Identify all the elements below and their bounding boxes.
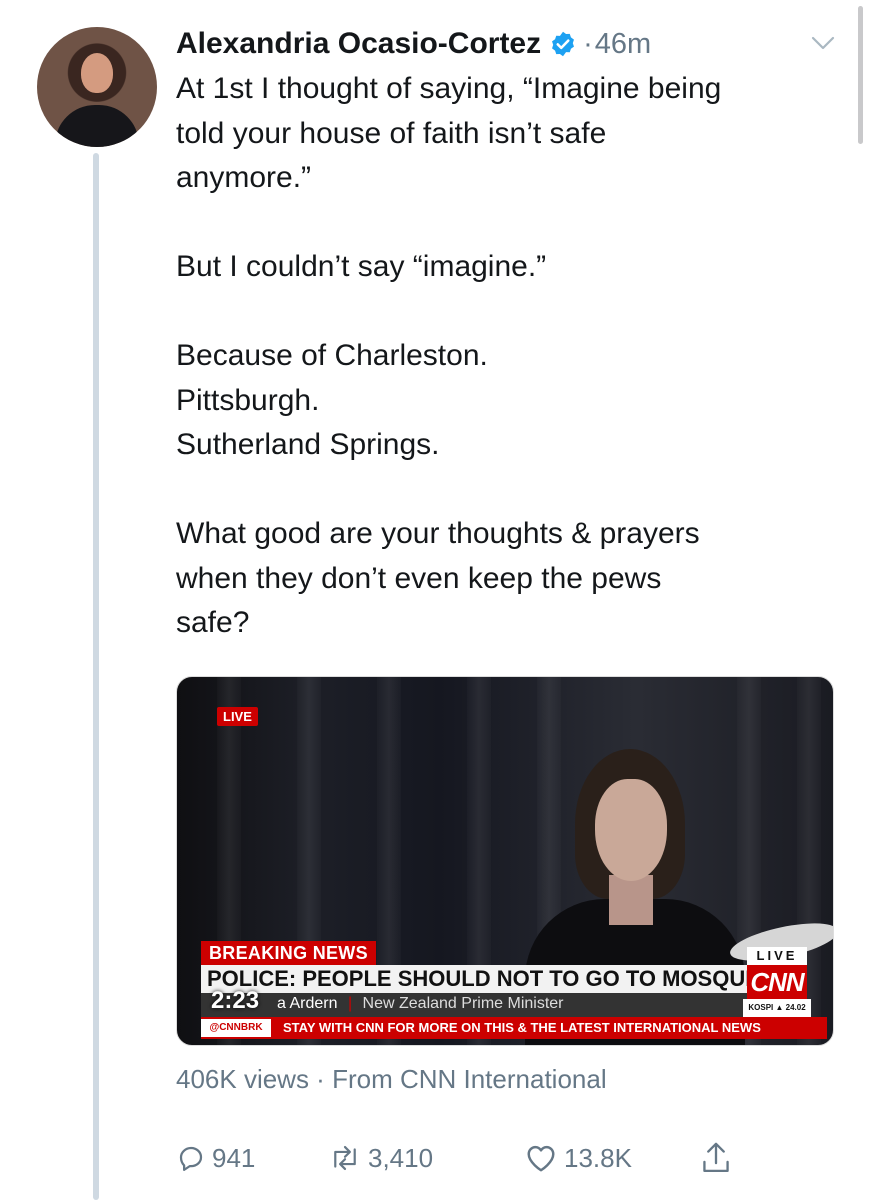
thread-line (93, 153, 99, 1200)
network-logo: CNN (747, 965, 807, 999)
video-duration: 2:23 (211, 987, 260, 1014)
tweet-line: Sutherland Springs. (176, 428, 440, 461)
tweet-line: Because of Charleston. (176, 339, 488, 372)
chevron-down-icon[interactable] (810, 34, 836, 52)
news-ticker: STAY WITH CNN FOR MORE ON THIS & THE LAT… (201, 1017, 827, 1039)
live-badge: LIVE (217, 707, 258, 726)
video-player[interactable]: LIVE BREAKING NEWS POLICE: PEOPLE SHOULD… (176, 676, 834, 1046)
share-button[interactable] (700, 1136, 738, 1180)
share-icon (703, 1142, 729, 1173)
lower-third: a Ardern | New Zealand Prime Minister (201, 993, 749, 1017)
reply-button[interactable]: 941 (176, 1136, 255, 1180)
tweet-line: told your house of faith isn’t safe (176, 116, 607, 150)
lower-third-divider: | (347, 995, 353, 1012)
tweet-header: Alexandria Ocasio-Cortez · 46m (176, 24, 651, 64)
verified-badge-icon (552, 31, 575, 57)
tweet-line: At 1st I thought of saying, “Imagine bei… (176, 72, 722, 105)
market-ticker: KOSPI ▲ 24.02 (743, 999, 811, 1017)
scrollbar[interactable] (858, 6, 863, 144)
view-count[interactable]: 406K views · From CNN International (176, 1064, 607, 1095)
header-separator: · (583, 27, 593, 60)
reply-icon (179, 1146, 203, 1171)
breaking-news-label: BREAKING NEWS (201, 941, 376, 965)
retweet-button[interactable]: 3,410 (328, 1136, 433, 1180)
author-name[interactable]: Alexandria Ocasio-Cortez (176, 27, 541, 61)
ticker-handle: @CNNBRK (201, 1019, 271, 1037)
tweet-line: What good are your thoughts & prayers (176, 517, 700, 550)
tweet-line: anymore.” (176, 161, 312, 194)
tweet-line: Pittsburgh. (176, 383, 320, 417)
tweet-line: safe? (176, 606, 250, 639)
tweet-line: when they don’t even keep the pews (176, 561, 662, 595)
like-icon (527, 1145, 555, 1172)
tweet-time[interactable]: 46m (595, 28, 651, 61)
action-bar: 941 3,410 13.8K (176, 1136, 776, 1180)
news-headline: POLICE: PEOPLE SHOULD NOT TO GO TO MOSQU… (201, 965, 749, 993)
tweet-line: But I couldn’t say “imagine.” (176, 250, 547, 283)
like-button[interactable]: 13.8K (524, 1136, 632, 1180)
lower-third-title: New Zealand Prime Minister (362, 995, 564, 1012)
tweet-text: At 1st I thought of saying, “Imagine bei… (176, 67, 846, 646)
like-count: 13.8K (564, 1142, 632, 1173)
retweet-icon (334, 1145, 356, 1171)
reply-count: 941 (212, 1142, 256, 1173)
live-indicator: LIVE (747, 947, 807, 965)
avatar[interactable] (37, 27, 157, 147)
retweet-count: 3,410 (368, 1142, 434, 1173)
